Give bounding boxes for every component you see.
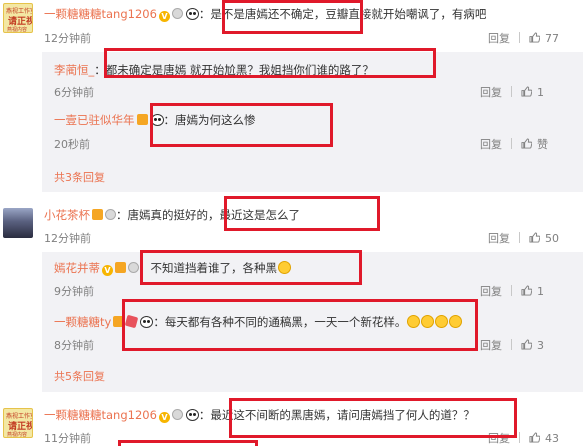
medal-icon [105, 209, 116, 220]
reply-button[interactable]: 回复 [480, 339, 502, 352]
avatar[interactable]: 燕视工作室 请正视 燕视内容 [3, 3, 33, 33]
reply-actions: 回复 3 [480, 337, 544, 353]
username-link[interactable]: 一颗糖糖糖tang1206 [44, 408, 157, 422]
highlight-box [104, 48, 436, 78]
username-link[interactable]: 嫣花并蒂 [54, 261, 100, 275]
highlight-box [122, 299, 478, 351]
reply-button[interactable]: 回复 [480, 138, 502, 151]
divider [519, 432, 520, 443]
highlight-box [222, 0, 363, 34]
medal-icon [171, 409, 183, 420]
divider [511, 138, 512, 149]
badge-icon [115, 262, 126, 273]
divider [519, 32, 520, 43]
like-count[interactable]: 1 [537, 285, 544, 298]
timestamp: 9分钟前 [54, 285, 94, 298]
timestamp: 11分钟前 [44, 432, 91, 445]
username-link[interactable]: 小花茶杯 [44, 208, 90, 222]
divider [511, 285, 512, 296]
comment-actions: 回复 77 [488, 30, 559, 46]
username-link[interactable]: 一颗糖糖糖tang1206 [44, 7, 157, 21]
reply-actions: 回复 1 [480, 84, 544, 100]
timestamp: 12分钟前 [44, 32, 91, 45]
like-count[interactable]: 赞 [537, 138, 548, 151]
timestamp: 20秒前 [54, 138, 90, 151]
like-icon[interactable] [521, 138, 532, 149]
username-link[interactable]: 李蔺恒_ [54, 63, 94, 77]
reply-actions: 回复 赞 [480, 136, 548, 152]
like-count[interactable]: 77 [545, 32, 559, 45]
timestamp: 6分钟前 [54, 86, 94, 99]
highlight-box [118, 440, 258, 446]
like-icon[interactable] [529, 232, 540, 243]
timestamp: 12分钟前 [44, 232, 91, 245]
panda-emoji-icon [185, 8, 199, 20]
verified-icon: V [158, 412, 170, 423]
badge-icon [92, 209, 103, 220]
like-icon[interactable] [521, 86, 532, 97]
timestamp: 8分钟前 [54, 339, 94, 352]
panda-emoji-icon [185, 409, 199, 421]
username-link[interactable]: 一颗糖糖ty [54, 315, 111, 329]
divider [519, 232, 520, 243]
like-count[interactable]: 1 [537, 86, 544, 99]
highlight-box [229, 398, 517, 438]
like-count[interactable]: 3 [537, 339, 544, 352]
badge-icon [136, 114, 148, 125]
like-icon[interactable] [521, 285, 532, 296]
more-replies-link[interactable]: 共5条回复 [54, 368, 105, 384]
highlight-box [140, 250, 362, 285]
comment-actions: 回复 50 [488, 230, 559, 246]
avatar[interactable]: 燕视工作室 请正视 燕视内容 [3, 408, 33, 438]
divider [511, 86, 512, 97]
reply-button[interactable]: 回复 [480, 285, 502, 298]
more-replies-link[interactable]: 共3条回复 [54, 169, 105, 185]
highlight-box [150, 103, 333, 147]
reply-button[interactable]: 回复 [480, 86, 502, 99]
like-icon[interactable] [529, 432, 540, 443]
username-link[interactable]: 一壹已驻似华年 [54, 113, 135, 127]
verified-icon: V [102, 265, 113, 276]
avatar[interactable] [3, 208, 33, 238]
highlight-box [224, 196, 380, 231]
medal-icon [171, 8, 183, 19]
medal-icon [128, 262, 139, 273]
like-count[interactable]: 50 [545, 232, 559, 245]
reply-button[interactable]: 回复 [488, 32, 510, 45]
like-icon[interactable] [521, 339, 532, 350]
reply-actions: 回复 1 [480, 283, 544, 299]
like-count[interactable]: 43 [545, 432, 559, 445]
like-icon[interactable] [529, 32, 540, 43]
verified-icon: V [158, 11, 170, 22]
divider [511, 339, 512, 350]
reply-button[interactable]: 回复 [488, 232, 510, 245]
